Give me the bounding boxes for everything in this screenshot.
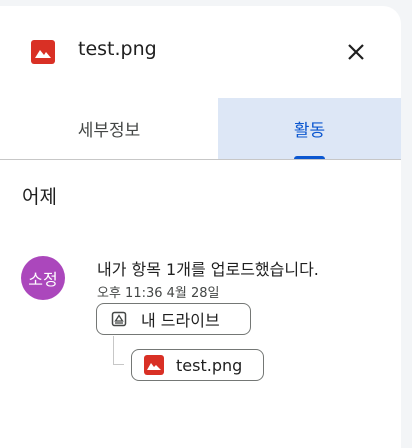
tree-connector <box>113 336 124 365</box>
date-section-heading: 어제 <box>22 186 57 208</box>
close-icon <box>348 44 364 60</box>
file-chip-label: test.png <box>176 355 243 375</box>
image-file-icon <box>144 355 164 375</box>
panel-header: test.png <box>0 6 401 98</box>
activity-description: 내가 항목 1개를 업로드했습니다. <box>97 260 319 279</box>
my-drive-chip[interactable]: 내 드라이브 <box>96 303 251 335</box>
tab-details-label: 세부정보 <box>77 121 141 141</box>
file-title: test.png <box>78 38 157 60</box>
selected-tab-indicator <box>294 156 325 159</box>
avatar[interactable]: 소정 <box>21 256 65 300</box>
my-drive-label: 내 드라이브 <box>141 311 220 330</box>
drive-icon <box>111 311 127 327</box>
tab-bar: 세부정보 활동 <box>0 98 401 160</box>
details-panel: test.png 세부정보 활동 어제 소정 내가 항목 1개를 업로드했습니다… <box>0 6 401 448</box>
file-chip[interactable]: test.png <box>131 349 264 381</box>
tab-activity[interactable]: 활동 <box>218 98 401 159</box>
tab-details[interactable]: 세부정보 <box>0 98 218 159</box>
activity-timestamp: 오후 11:36 4월 28일 <box>97 286 220 301</box>
tab-activity-label: 활동 <box>293 121 326 141</box>
close-button[interactable] <box>340 36 372 68</box>
image-file-icon <box>31 40 55 64</box>
